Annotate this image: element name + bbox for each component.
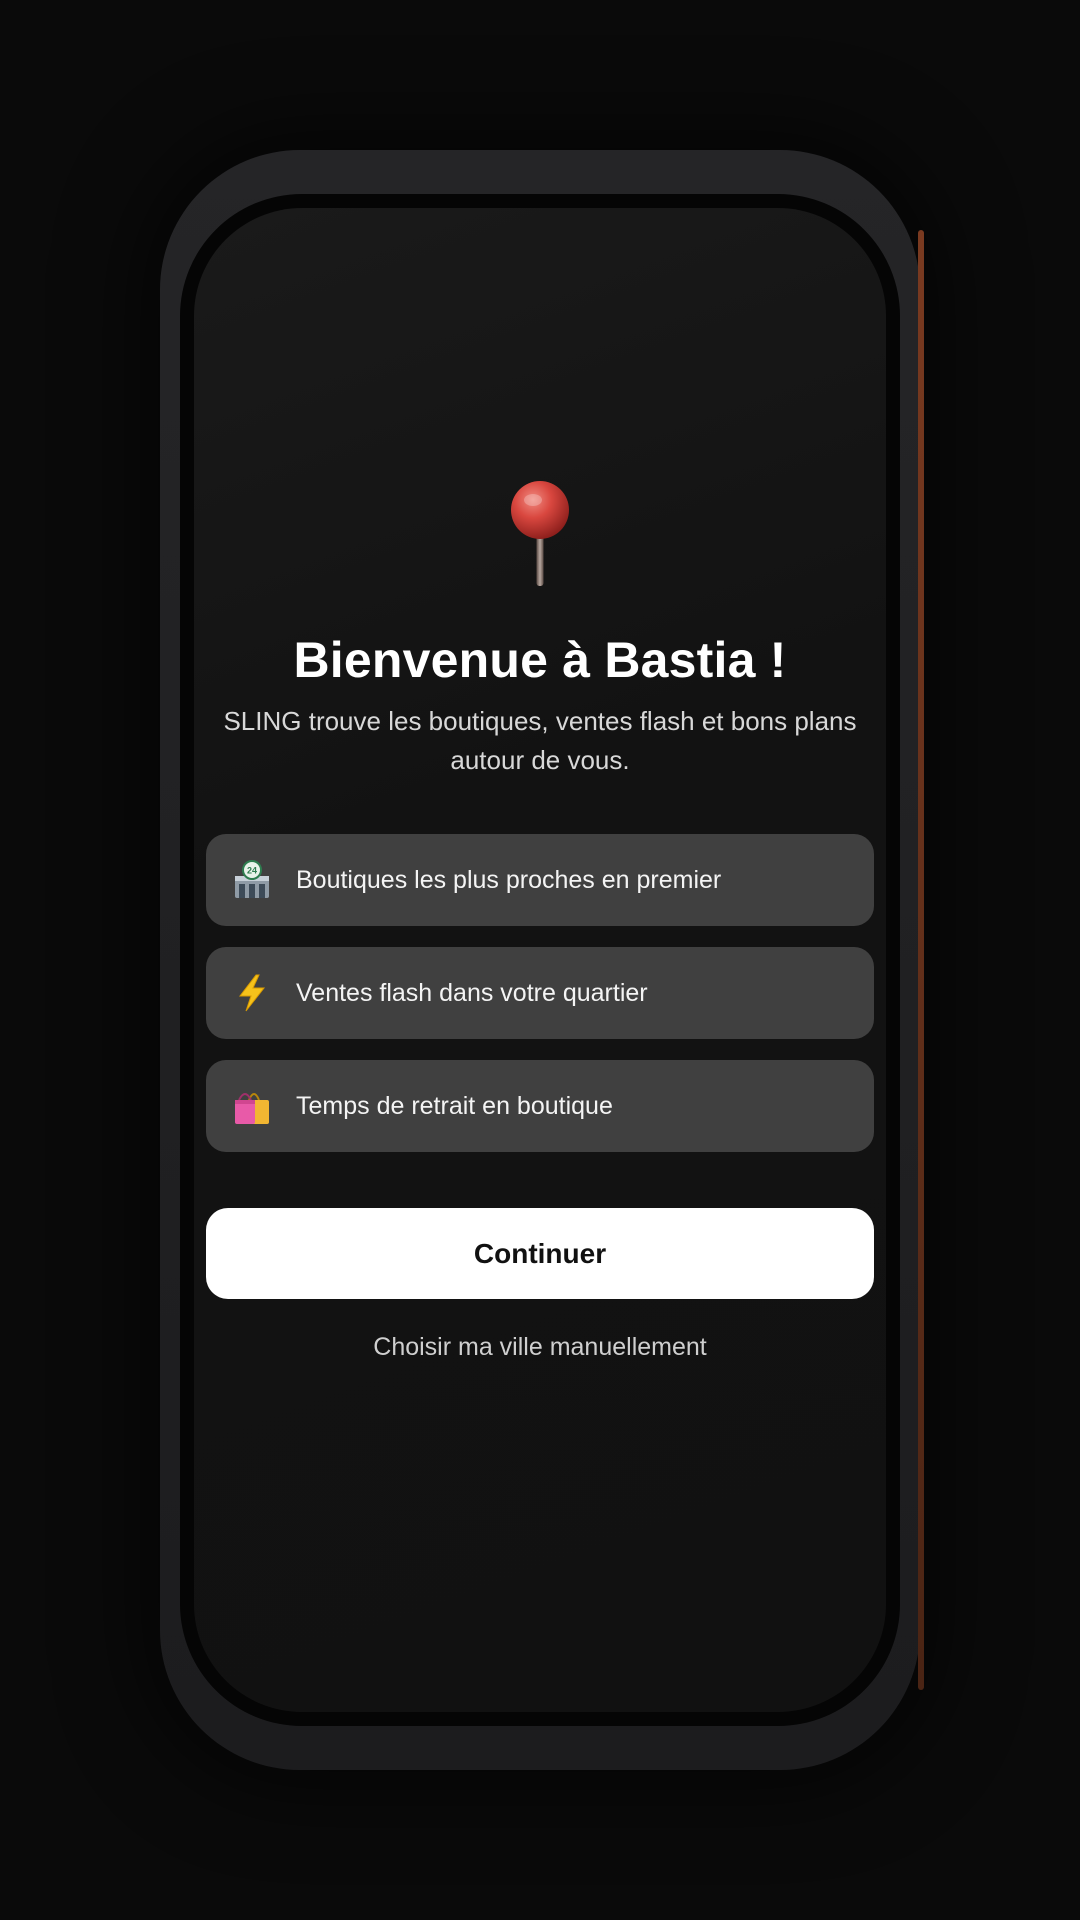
phone-bezel: Bienvenue à Bastia ! SLING trouve les bo… [180, 194, 900, 1726]
phone-frame: Bienvenue à Bastia ! SLING trouve les bo… [160, 150, 924, 1770]
feature-label: Ventes flash dans votre quartier [296, 978, 648, 1007]
continue-button[interactable]: Continuer [206, 1208, 874, 1299]
choose-city-manually-link[interactable]: Choisir ma ville manuellement [194, 1333, 886, 1362]
feature-list: 24 Boutiques les plus proches en premier [206, 834, 874, 1173]
phone-screen: Bienvenue à Bastia ! SLING trouve les bo… [194, 208, 886, 1712]
app-stage: Bienvenue à Bastia ! SLING trouve les bo… [0, 0, 1080, 1920]
feature-label: Boutiques les plus proches en premier [296, 865, 722, 894]
feature-label: Temps de retrait en boutique [296, 1091, 613, 1120]
feature-item-nearest-shops: 24 Boutiques les plus proches en premier [206, 834, 874, 926]
feature-item-pickup-time: Temps de retrait en boutique [206, 1060, 874, 1152]
welcome-title: Bienvenue à Bastia ! [293, 632, 787, 688]
round-pushpin-icon [510, 480, 570, 588]
welcome-screen: Bienvenue à Bastia ! SLING trouve les bo… [194, 208, 886, 1712]
phone-side-accent [918, 230, 924, 1690]
convenience-store-icon: 24 [232, 860, 272, 900]
svg-text:24: 24 [247, 866, 257, 876]
lightning-icon [232, 973, 272, 1013]
feature-item-flash-sales: Ventes flash dans votre quartier [206, 947, 874, 1039]
shopping-bags-icon [232, 1086, 272, 1126]
welcome-subtitle: SLING trouve les boutiques, ventes flash… [223, 706, 857, 775]
